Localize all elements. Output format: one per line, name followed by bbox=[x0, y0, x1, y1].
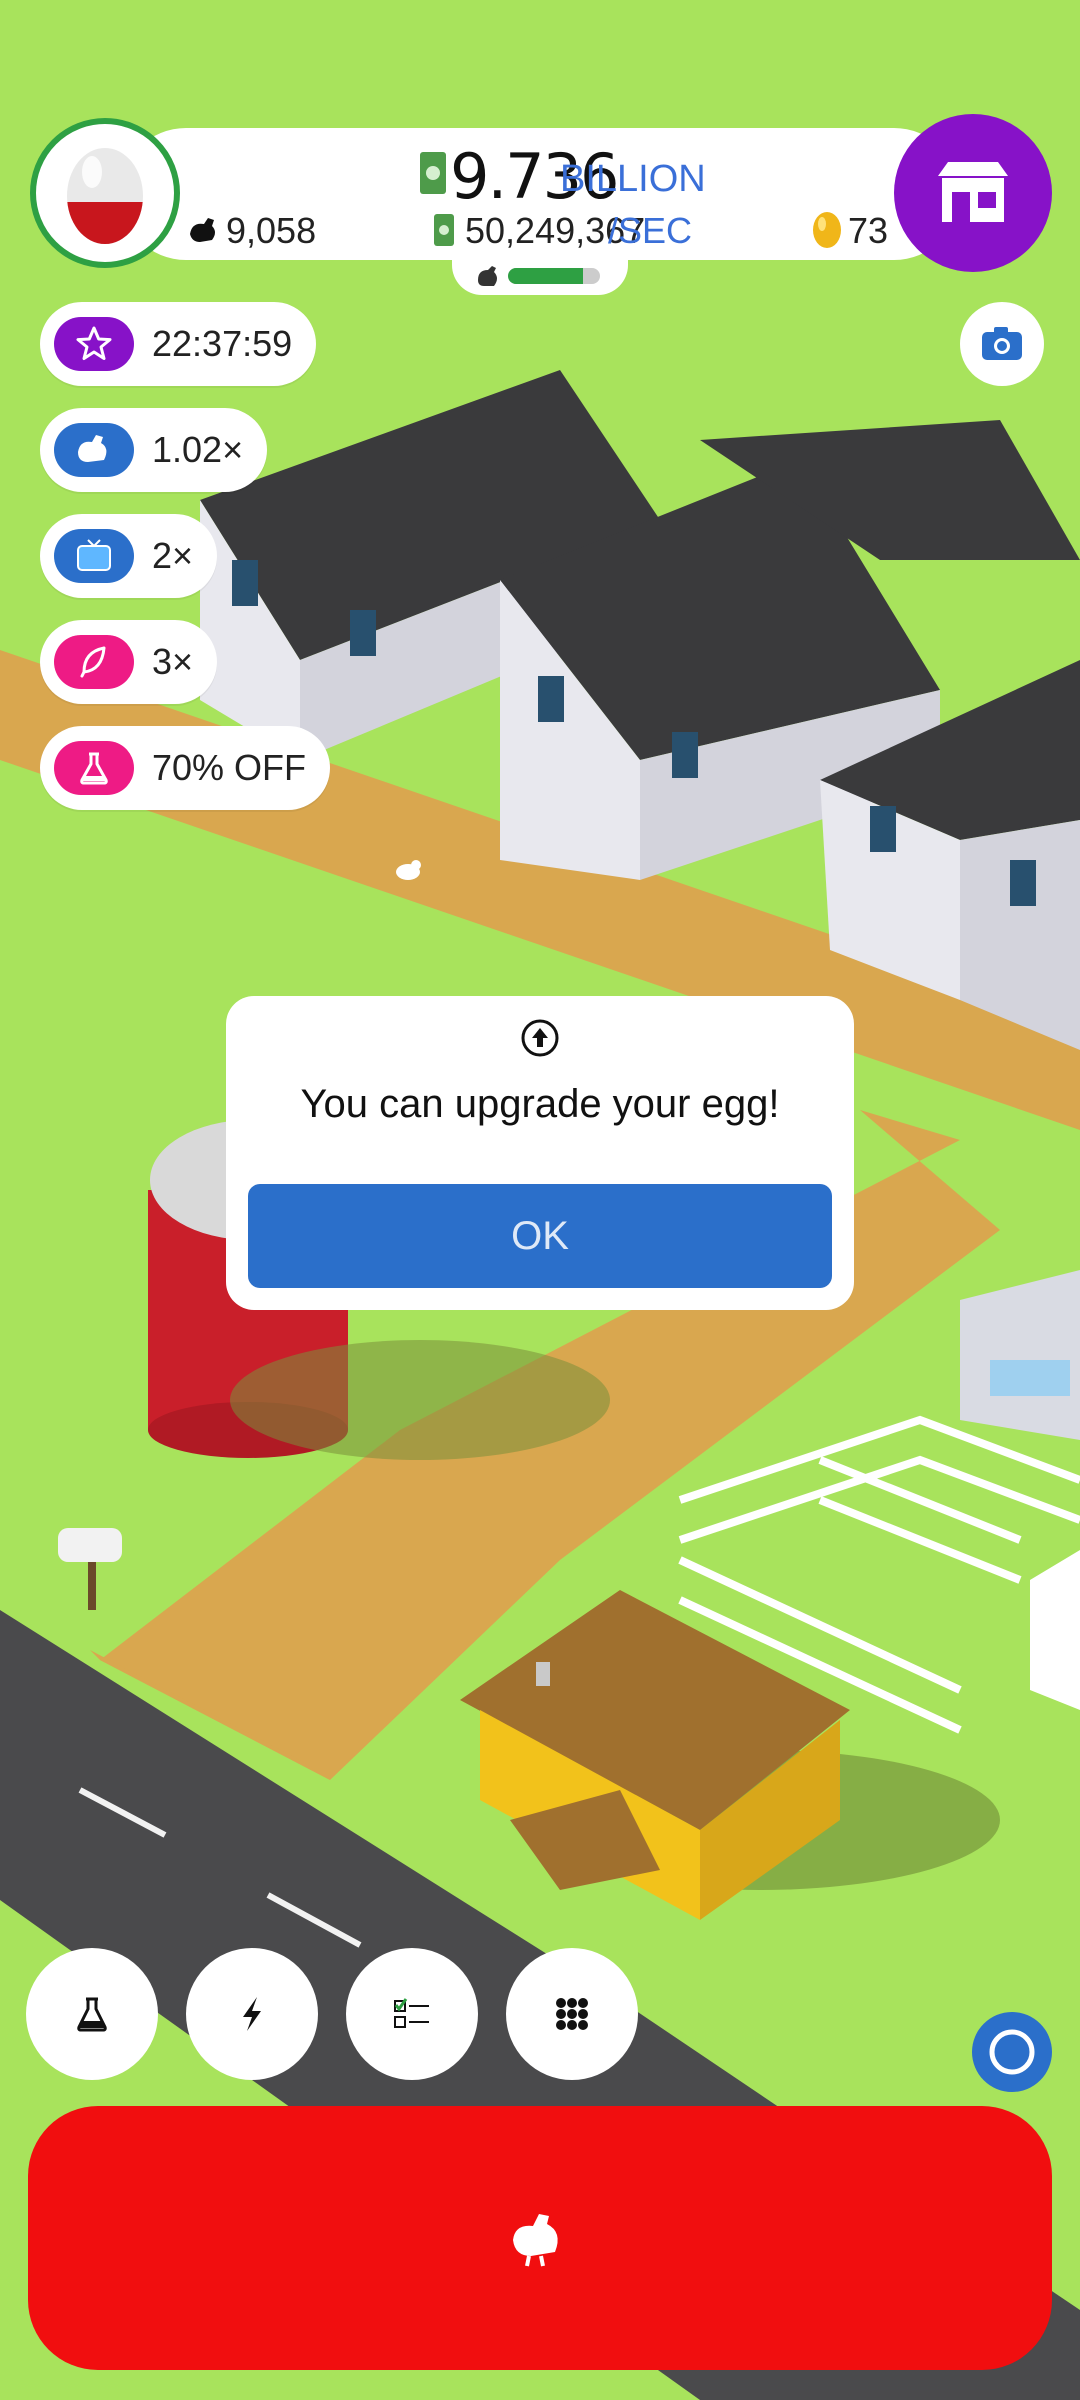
chicken-icon bbox=[54, 423, 134, 477]
camera-icon bbox=[982, 327, 1022, 360]
golden-egg-count: 73 bbox=[848, 210, 889, 251]
shop-button[interactable] bbox=[894, 114, 1052, 272]
star-icon bbox=[54, 317, 134, 371]
chicken-boost-pill[interactable]: 1.02× bbox=[40, 408, 268, 492]
golden-egg-icon bbox=[810, 208, 844, 255]
missions-button[interactable] bbox=[346, 1948, 478, 2080]
egg-icon bbox=[67, 148, 143, 244]
menu-button[interactable] bbox=[506, 1948, 638, 2080]
menu-grid-icon bbox=[556, 1998, 588, 2030]
research-discount-label: 70% OFF bbox=[152, 747, 307, 788]
missions-checklist-icon bbox=[394, 1998, 429, 2028]
chicken-boost-label: 1.02× bbox=[152, 429, 244, 470]
boost-timer-pill[interactable]: 22:37:59 bbox=[40, 302, 317, 386]
ok-button[interactable]: OK bbox=[248, 1184, 832, 1288]
research-button[interactable] bbox=[26, 1948, 158, 2080]
boost-timer-label: 22:37:59 bbox=[152, 323, 293, 364]
chicken-count: 9,058 bbox=[226, 210, 317, 251]
egg-upgrade-button[interactable] bbox=[30, 118, 180, 268]
store-icon bbox=[938, 162, 1008, 222]
hatchery-progress-fill bbox=[508, 268, 584, 284]
tv-icon bbox=[54, 529, 134, 583]
camera-button[interactable] bbox=[960, 302, 1044, 386]
boosts-button[interactable] bbox=[186, 1948, 318, 2080]
upgrade-dialog: You can upgrade your egg! OK bbox=[226, 996, 854, 1310]
flask-icon bbox=[54, 741, 134, 795]
hatch-chicken-button[interactable] bbox=[28, 2106, 1052, 2370]
money-unit: BILLION bbox=[560, 158, 706, 200]
chicken-icon bbox=[513, 2214, 558, 2267]
income-rate-unit: /SEC bbox=[608, 210, 693, 251]
dialog-message: You can upgrade your egg! bbox=[300, 1082, 780, 1126]
video-boost-pill[interactable]: 2× bbox=[40, 514, 218, 598]
research-flask-icon bbox=[77, 1997, 107, 2032]
feather-boost-label: 3× bbox=[152, 641, 194, 682]
assistant-button[interactable] bbox=[972, 2012, 1052, 2092]
chick-icon bbox=[474, 262, 502, 295]
feather-icon bbox=[54, 635, 134, 689]
cash-rate-icon bbox=[432, 212, 456, 253]
research-discount-pill[interactable]: 70% OFF bbox=[40, 726, 331, 810]
chicken-count-icon bbox=[186, 212, 222, 253]
cash-icon bbox=[418, 150, 448, 201]
ring-icon bbox=[989, 2029, 1035, 2075]
chicken-sprite bbox=[394, 858, 424, 887]
upgrade-arrow-icon bbox=[520, 1016, 560, 1065]
boost-lightning-icon bbox=[243, 1997, 261, 2031]
hatchery-progress-bar bbox=[508, 268, 600, 284]
video-boost-label: 2× bbox=[152, 535, 194, 576]
feather-boost-pill[interactable]: 3× bbox=[40, 620, 218, 704]
